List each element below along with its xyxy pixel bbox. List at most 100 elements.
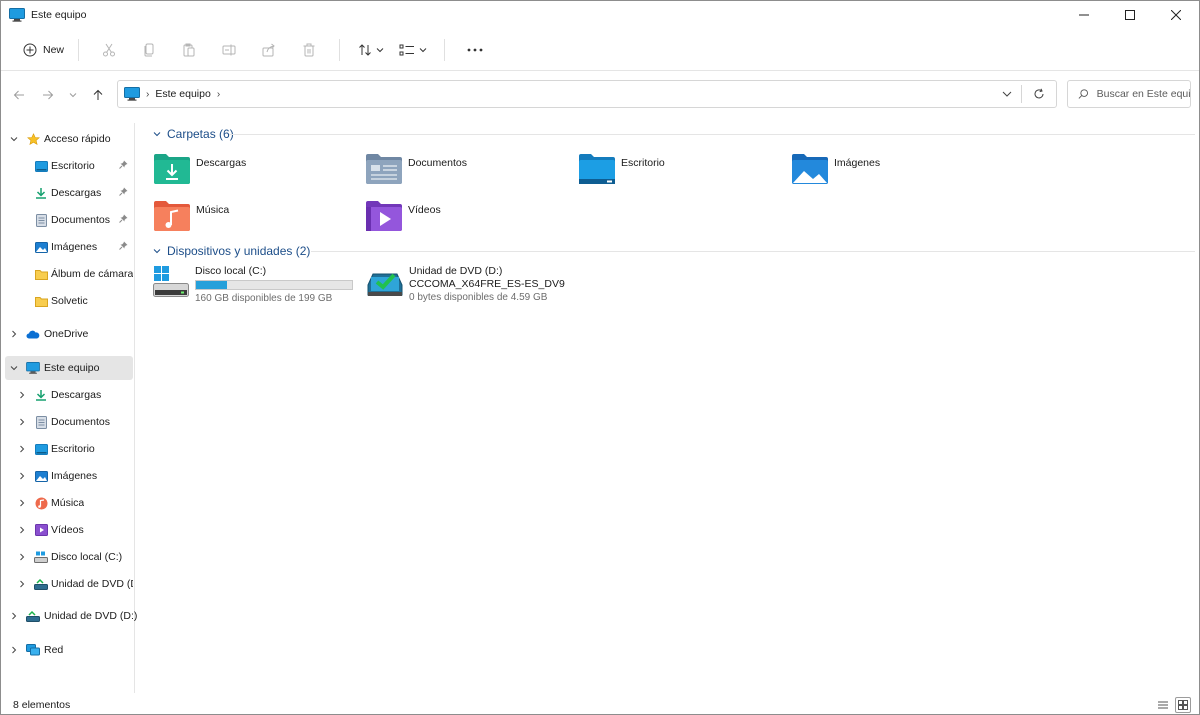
sidebar-item-label: Música	[51, 497, 85, 509]
chevron-right-icon[interactable]	[9, 330, 19, 338]
chevron-right-icon[interactable]	[17, 391, 27, 399]
chevron-down-icon[interactable]	[9, 136, 19, 142]
sidebar-item-label: Descargas	[51, 187, 102, 199]
desktop-icon	[34, 159, 48, 173]
cut-button[interactable]	[89, 36, 129, 64]
chevron-right-icon[interactable]	[9, 612, 19, 620]
recent-locations-button[interactable]	[61, 83, 85, 107]
sidebar-item-pc-imagenes[interactable]: Imágenes	[5, 464, 133, 488]
folder-tile-imagenes[interactable]: Imágenes	[791, 153, 991, 189]
sidebar-item-este-equipo[interactable]: Este equipo	[5, 356, 133, 380]
minimize-button[interactable]	[1061, 1, 1107, 29]
sidebar-item-pc-videos[interactable]: Vídeos	[5, 518, 133, 542]
sidebar-item-quick-access[interactable]: Acceso rápido	[5, 127, 133, 151]
chevron-right-icon[interactable]	[17, 580, 27, 588]
sort-button[interactable]	[350, 36, 392, 64]
delete-button[interactable]	[289, 36, 329, 64]
chevron-right-icon[interactable]	[17, 445, 27, 453]
chevron-right-icon[interactable]	[17, 526, 27, 534]
sidebar-item-pc-unidad-dvd[interactable]: Unidad de DVD (D:	[5, 572, 133, 596]
chevron-right-icon[interactable]	[17, 472, 27, 480]
folder-label: Imágenes	[834, 157, 881, 169]
pin-icon[interactable]	[119, 160, 128, 172]
sidebar-item-imagenes[interactable]: Imágenes	[5, 235, 133, 259]
search-box[interactable]: Buscar en Este equipo	[1067, 80, 1191, 108]
sort-icon	[359, 43, 371, 56]
folder-label: Documentos	[408, 157, 467, 169]
chevron-down-icon[interactable]	[153, 129, 161, 139]
chevron-right-icon[interactable]	[9, 646, 19, 654]
navigation-pane: Acceso rápido Escritorio Descargas Docum…	[1, 123, 137, 693]
tiles-view-button[interactable]	[1175, 697, 1191, 713]
sidebar-item-documentos[interactable]: Documentos	[5, 208, 133, 232]
sidebar-item-red[interactable]: Red	[5, 638, 133, 662]
paste-button[interactable]	[169, 36, 209, 64]
search-icon	[1078, 89, 1088, 99]
address-history-button[interactable]	[993, 91, 1021, 97]
devices-group-header[interactable]: Dispositivos y unidades (2)	[153, 244, 310, 258]
sidebar-item-pc-escritorio[interactable]: Escritorio	[5, 437, 133, 461]
search-placeholder[interactable]: Buscar en Este equipo	[1097, 88, 1190, 100]
sidebar-item-onedrive[interactable]: OneDrive	[5, 322, 133, 346]
rename-button[interactable]	[209, 36, 249, 64]
more-options-button[interactable]	[455, 36, 495, 64]
folders-group-header[interactable]: Carpetas (6)	[153, 127, 234, 141]
details-view-button[interactable]	[1155, 697, 1171, 713]
sidebar-item-pc-musica[interactable]: Música	[5, 491, 133, 515]
drive-tile-c[interactable]: Disco local (C:) 160 GB disponibles de 1…	[153, 265, 373, 309]
pin-icon[interactable]	[119, 187, 128, 199]
forward-button[interactable]	[36, 83, 60, 107]
sidebar-item-label: Vídeos	[51, 524, 84, 536]
refresh-button[interactable]	[1022, 88, 1056, 100]
chevron-right-icon[interactable]	[17, 499, 27, 507]
sidebar-item-unidad-dvd[interactable]: Unidad de DVD (D:)	[5, 604, 137, 628]
sidebar-item-escritorio[interactable]: Escritorio	[5, 154, 133, 178]
folder-tile-escritorio[interactable]: Escritorio	[578, 153, 778, 189]
chevron-right-icon[interactable]	[17, 553, 27, 561]
folder-tile-documentos[interactable]: Documentos	[365, 153, 565, 189]
folder-tile-videos[interactable]: Vídeos	[365, 200, 565, 236]
pictures-icon	[34, 469, 48, 483]
sidebar-item-pc-descargas[interactable]: Descargas	[5, 383, 133, 407]
pin-icon[interactable]	[119, 214, 128, 226]
new-button[interactable]: New	[19, 36, 68, 64]
group-divider	[311, 251, 1195, 252]
toolbar-separator	[339, 38, 341, 61]
up-button[interactable]	[86, 83, 110, 107]
pin-icon[interactable]	[119, 241, 128, 253]
chevron-down-icon[interactable]	[9, 365, 19, 371]
breadcrumb-this-pc[interactable]: Este equipo	[155, 88, 210, 100]
sidebar-item-label: Escritorio	[51, 443, 95, 455]
breadcrumb-separator-icon[interactable]: ›	[146, 89, 149, 100]
sidebar-item-solvetic[interactable]: Solvetic	[5, 289, 133, 313]
view-button[interactable]	[392, 36, 434, 64]
title-bar[interactable]: Este equipo	[1, 1, 1199, 29]
folder-tile-descargas[interactable]: Descargas	[153, 153, 353, 189]
sidebar-item-pc-documentos[interactable]: Documentos	[5, 410, 133, 434]
window-title: Este equipo	[31, 9, 87, 21]
copy-button[interactable]	[129, 36, 169, 64]
dvd-icon	[34, 577, 48, 591]
new-label: New	[43, 43, 65, 56]
sidebar-item-descargas[interactable]: Descargas	[5, 181, 133, 205]
chevron-right-icon[interactable]	[17, 418, 27, 426]
address-bar[interactable]: › Este equipo ›	[117, 80, 1057, 108]
sidebar-item-pc-disco-local[interactable]: Disco local (C:)	[5, 545, 133, 569]
sidebar-item-label: Álbum de cámara	[51, 268, 134, 280]
sidebar-item-label: Disco local (C:)	[51, 551, 123, 563]
drive-tile-d[interactable]: Unidad de DVD (D:) CCCOMA_X64FRE_ES-ES_D…	[367, 265, 587, 309]
sidebar-item-label: Solvetic	[51, 295, 88, 307]
sidebar-item-label: Unidad de DVD (D:)	[44, 610, 138, 622]
close-button[interactable]	[1153, 1, 1199, 29]
folder-tile-musica[interactable]: Música	[153, 200, 353, 236]
chevron-down-icon[interactable]	[153, 246, 161, 256]
sidebar-item-album-de-camara[interactable]: Álbum de cámara	[5, 262, 133, 286]
share-button[interactable]	[249, 36, 289, 64]
breadcrumb-chevron-icon[interactable]: ›	[217, 89, 220, 100]
view-icon	[399, 44, 415, 55]
back-button[interactable]	[7, 83, 31, 107]
maximize-button[interactable]	[1107, 1, 1153, 29]
drive-icon	[34, 550, 48, 564]
documents-icon	[34, 213, 48, 227]
documents-folder-icon	[366, 154, 402, 184]
